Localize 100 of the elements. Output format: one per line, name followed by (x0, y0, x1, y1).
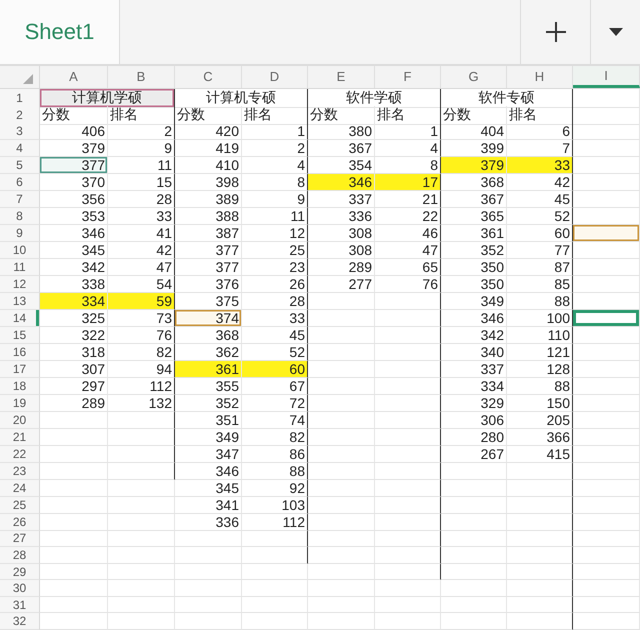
row-header[interactable]: 23 (0, 462, 40, 480)
table-cell: 318 (40, 344, 108, 361)
row-header[interactable]: 18 (0, 378, 40, 395)
table-cell: 88 (242, 462, 308, 480)
row-header[interactable]: 32 (0, 613, 40, 630)
row-header[interactable]: 31 (0, 596, 40, 614)
empty-cell[interactable] (573, 190, 640, 208)
row-header[interactable]: 7 (0, 190, 40, 208)
empty-cell[interactable] (573, 480, 640, 497)
table-cell: 22 (375, 208, 441, 225)
row-header[interactable]: 11 (0, 258, 40, 276)
row-header[interactable]: 5 (0, 156, 40, 174)
table-cell: 2 (108, 122, 175, 140)
row-header[interactable]: 27 (0, 530, 40, 548)
table-cell: 415 (507, 446, 573, 463)
column-header[interactable]: I (573, 66, 640, 88)
empty-cell (507, 462, 573, 480)
table-cell: 370 (40, 174, 108, 191)
table-cell: 11 (108, 156, 175, 174)
empty-cell[interactable] (573, 258, 640, 276)
select-all-icon (23, 74, 33, 84)
column-header[interactable]: E (308, 66, 375, 88)
row-header[interactable]: 20 (0, 412, 40, 429)
row-header[interactable]: 14 (0, 310, 40, 327)
empty-cell (507, 496, 573, 514)
empty-cell[interactable] (573, 106, 640, 125)
table-cell: 28 (242, 292, 308, 310)
column-header[interactable]: D (242, 66, 308, 88)
row-header[interactable]: 17 (0, 360, 40, 378)
empty-cell[interactable] (573, 140, 640, 157)
row-header[interactable]: 24 (0, 480, 40, 497)
empty-cell[interactable] (573, 412, 640, 429)
table-cell: 406 (40, 122, 108, 140)
empty-cell[interactable] (573, 446, 640, 463)
row-header[interactable]: 8 (0, 208, 40, 225)
empty-cell[interactable] (573, 496, 640, 514)
column-header[interactable]: B (108, 66, 175, 88)
empty-cell (375, 394, 441, 412)
empty-cell[interactable] (573, 596, 640, 614)
empty-cell[interactable] (573, 122, 640, 140)
empty-cell (175, 613, 242, 630)
row-header[interactable]: 19 (0, 394, 40, 412)
row-header[interactable]: 15 (0, 326, 40, 344)
empty-cell[interactable] (573, 242, 640, 259)
empty-cell[interactable] (573, 462, 640, 480)
empty-cell[interactable] (573, 360, 640, 378)
empty-cell[interactable] (573, 547, 640, 564)
table-cell: 45 (507, 190, 573, 208)
empty-cell[interactable] (573, 580, 640, 597)
empty-cell (108, 580, 175, 597)
empty-cell (242, 564, 308, 580)
column-header[interactable]: F (375, 66, 441, 88)
row-header[interactable]: 12 (0, 276, 40, 293)
empty-cell[interactable] (573, 514, 640, 531)
sheet-tab[interactable]: Sheet1 (0, 0, 120, 64)
row-header[interactable]: 28 (0, 547, 40, 564)
header-cell: 排名 (108, 106, 175, 125)
row-header[interactable]: 3 (0, 122, 40, 140)
column-header[interactable]: A (40, 66, 108, 88)
row-header[interactable]: 29 (0, 564, 40, 580)
empty-cell[interactable] (573, 292, 640, 310)
row-header[interactable]: 26 (0, 514, 40, 531)
table-cell: 25 (242, 242, 308, 259)
row-header[interactable]: 10 (0, 242, 40, 259)
table-cell: 121 (507, 344, 573, 361)
empty-cell[interactable] (573, 428, 640, 446)
table-cell: 410 (175, 156, 242, 174)
row-header[interactable]: 6 (0, 174, 40, 191)
empty-cell (308, 326, 375, 344)
table-cell: 42 (507, 174, 573, 191)
column-header[interactable]: C (175, 66, 242, 88)
row-header[interactable]: 21 (0, 428, 40, 446)
empty-cell[interactable] (573, 326, 640, 344)
table-cell: 60 (242, 360, 308, 378)
table-cell: 21 (375, 190, 441, 208)
row-header[interactable]: 13 (0, 292, 40, 310)
row-header[interactable]: 30 (0, 580, 40, 597)
empty-cell[interactable] (573, 276, 640, 293)
empty-cell[interactable] (573, 613, 640, 630)
table-cell: 1 (375, 122, 441, 140)
empty-cell[interactable] (573, 378, 640, 395)
empty-cell[interactable] (573, 394, 640, 412)
empty-cell[interactable] (573, 530, 640, 548)
row-header[interactable]: 9 (0, 224, 40, 242)
empty-cell[interactable] (573, 344, 640, 361)
table-cell: 112 (242, 514, 308, 531)
row-header[interactable]: 16 (0, 344, 40, 361)
header-cell: 分数 (175, 106, 242, 125)
empty-cell[interactable] (573, 564, 640, 580)
table-cell: 337 (441, 360, 507, 378)
table-cell: 368 (441, 174, 507, 191)
row-header[interactable]: 4 (0, 140, 40, 157)
active-cell[interactable] (573, 310, 640, 327)
empty-cell[interactable] (573, 88, 640, 108)
row-header[interactable]: 25 (0, 496, 40, 514)
row-header[interactable]: 22 (0, 446, 40, 463)
table-cell: 88 (507, 292, 573, 310)
empty-cell[interactable] (573, 174, 640, 191)
outlined-cell[interactable] (573, 224, 640, 242)
column-header[interactable]: G (441, 66, 507, 88)
